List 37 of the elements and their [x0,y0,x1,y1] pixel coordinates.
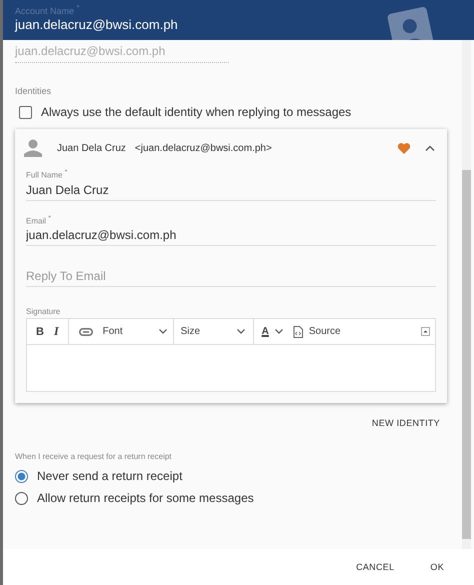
field-label: Full Name $^{*}$ [26,169,68,180]
identity-address: <juan.delacruz@bwsi.com.ph> [134,142,272,154]
collapse-toolbar-icon[interactable] [421,327,430,336]
bold-button[interactable]: B [36,322,44,342]
caret-icon [236,329,245,334]
text-color-button[interactable]: A [262,322,283,342]
italic-button[interactable]: I [54,322,59,342]
input-field[interactable]: Juan Dela Cruz [26,180,436,200]
checkbox[interactable] [19,106,32,118]
field-label: Email $^{*}$ [26,214,52,226]
ok-button[interactable]: OK [430,558,444,576]
section-label: When I receive a request for a return receipt [15,452,173,462]
account-name-value: juan.delacruz@bwsi.com.ph [15,17,179,32]
input-field[interactable]: Reply To Email [26,266,436,286]
dropdown[interactable]: Size [180,322,245,342]
document-icon [292,326,303,338]
link-icon[interactable] [78,328,93,336]
radio-label: Never send a return receipt [37,469,182,484]
radio-button[interactable] [15,492,28,505]
input-field[interactable]: juan.delacruz@bwsi.com.ph [26,225,436,246]
chevron-up-icon[interactable] [425,145,435,151]
person-icon [24,139,42,157]
section-label: Identities [15,86,52,96]
field-label: Signature [26,307,62,316]
checkbox-label: Always use the default identity when replying to messages [41,105,352,119]
radio-label: Allow return receipts for some messages [37,491,254,506]
radio-button[interactable] [15,470,28,483]
source-button[interactable]: Source [292,322,341,342]
identity-name: Juan Dela Cruz [57,142,126,154]
cancel-button[interactable]: CANCEL [356,558,394,576]
field-label: Account Name $^{*}$ [15,2,80,14]
scrollbar[interactable] [462,40,471,549]
caret-icon [274,329,283,334]
new-identity-button[interactable]: NEW IDENTITY [372,414,440,432]
caret-icon [158,329,167,334]
dropdown[interactable]: Font [102,322,167,342]
heart-icon[interactable] [397,142,411,154]
